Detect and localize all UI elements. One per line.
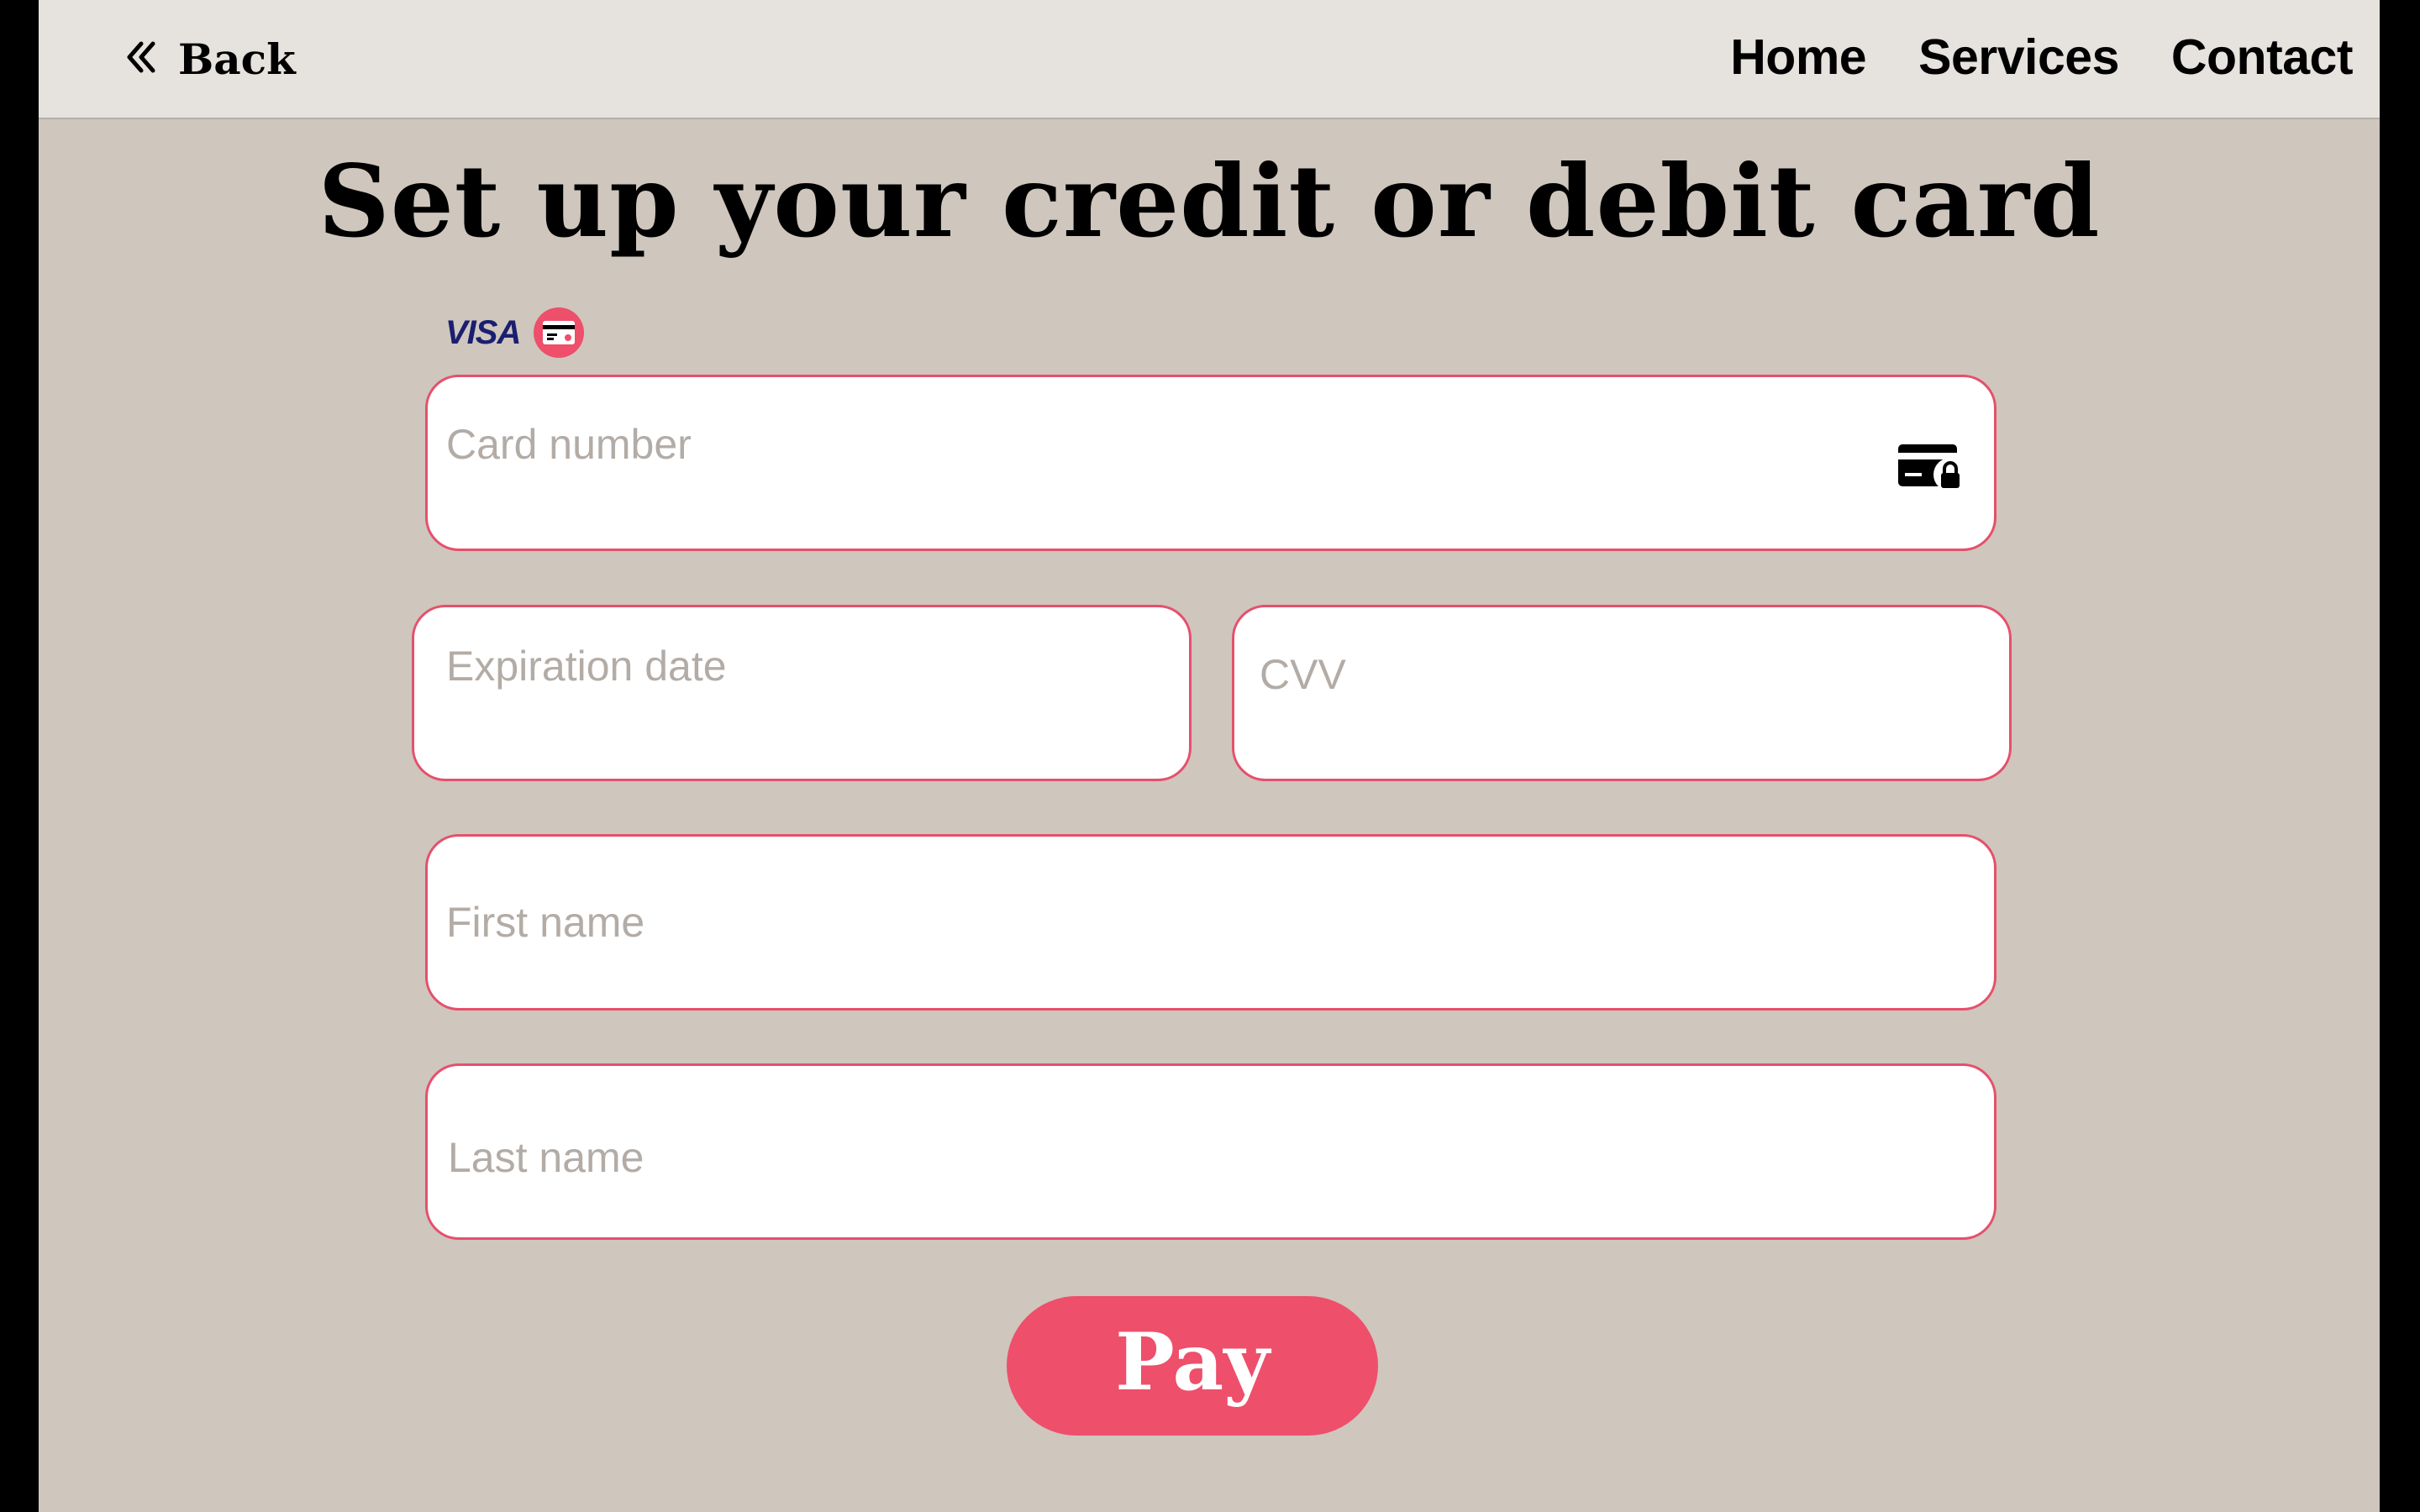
visa-logo: VISA (445, 313, 521, 351)
app-frame: Back Home Services Contact Set up your c… (39, 0, 2380, 1512)
card-number-field (425, 375, 1996, 551)
back-label: Back (178, 34, 296, 84)
card-lock-icon (1897, 439, 1969, 493)
back-button[interactable]: Back (123, 32, 296, 86)
credit-card-icon (534, 307, 585, 358)
cvv-field (1232, 605, 2012, 781)
first-name-input[interactable] (428, 837, 1994, 1008)
nav-link-home[interactable]: Home (1730, 29, 1866, 86)
nav-link-contact[interactable]: Contact (2171, 29, 2354, 86)
page-title: Set up your credit or debit card (318, 143, 2101, 260)
last-name-input[interactable] (428, 1066, 1994, 1237)
top-nav-bar: Back Home Services Contact (39, 0, 2380, 119)
first-name-field (425, 834, 1996, 1011)
nav-link-services[interactable]: Services (1918, 29, 2119, 86)
double-chevron-left-icon (123, 39, 160, 80)
card-number-input[interactable] (428, 377, 1994, 549)
expiration-date-input[interactable] (414, 607, 1189, 779)
cvv-input[interactable] (1234, 607, 2009, 779)
expiration-date-field (412, 605, 1192, 781)
main-nav: Home Services Contact (1730, 29, 2353, 86)
pay-button[interactable]: Pay (1007, 1296, 1378, 1436)
last-name-field (425, 1063, 1996, 1240)
accepted-card-brands: VISA (445, 307, 585, 358)
